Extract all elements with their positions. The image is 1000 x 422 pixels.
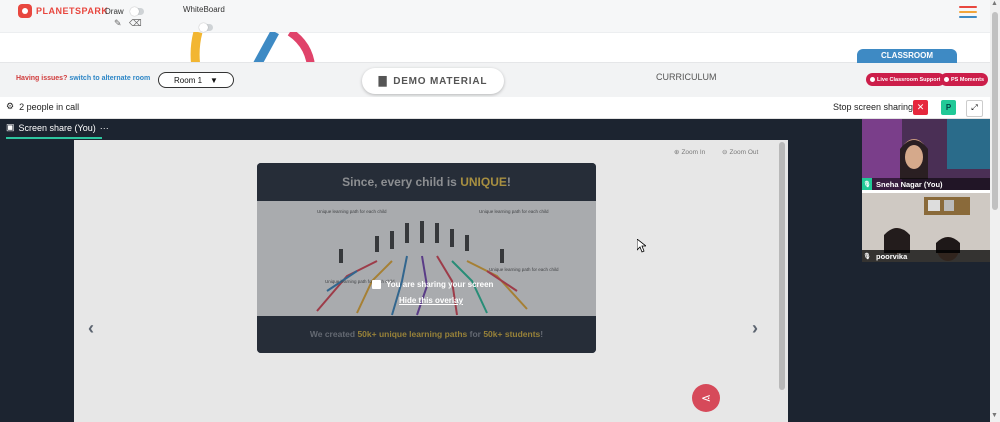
eraser-icon[interactable]: ⌫ (129, 18, 142, 29)
stop-sharing-label: Stop screen sharing (833, 102, 914, 112)
next-arrow-icon[interactable]: › (752, 318, 758, 339)
participant-video[interactable]: 🎙 poorvika (862, 193, 990, 262)
mouse-cursor-icon (637, 239, 646, 253)
zoom-in-label: Zoom In (681, 148, 706, 156)
zoom-out-button[interactable]: ⊖ Zoom Out (722, 148, 759, 157)
people-in-call[interactable]: ⚙ 2 people in call (6, 101, 79, 112)
mic-icon: 🎙 (863, 253, 871, 260)
issues-label: Having issues? (16, 75, 68, 82)
screen-icon: ▣ (6, 122, 15, 132)
share-button[interactable]: ⋖ (692, 384, 720, 412)
shared-screen-scrollbar[interactable] (779, 142, 785, 390)
zoom-in-icon: ⊕ (674, 149, 680, 156)
more-options-icon[interactable]: ··· (100, 123, 109, 133)
live-support-label: Live Classroom Support (877, 76, 941, 83)
sharing-message-text: You are sharing your screen (386, 280, 494, 289)
support-icon (870, 77, 875, 82)
camera-icon (944, 77, 949, 82)
participant-name-bar: 🎙 Sneha Nagar (You) (862, 178, 990, 190)
tab-underline (6, 137, 102, 139)
p-button[interactable]: P (941, 100, 956, 115)
brand-name: PLANETSPARK (36, 6, 109, 16)
sharing-message: You are sharing your screen (372, 280, 493, 289)
pencil-icon[interactable]: ✎ (114, 18, 122, 29)
room-select[interactable]: Room 1 ▼ (158, 72, 234, 88)
share-icon: ⋖ (700, 391, 712, 405)
participant-name: Sneha Nagar (You) (876, 179, 943, 189)
participant-video[interactable]: 🎙 Sneha Nagar (You) (862, 119, 990, 190)
scrollbar-thumb[interactable] (992, 12, 998, 210)
scroll-down-icon[interactable]: ▼ (991, 412, 998, 419)
scroll-up-icon[interactable]: ▲ (991, 0, 998, 7)
whiteboard-toggle[interactable] (199, 23, 213, 32)
top-bar (0, 0, 990, 33)
hide-overlay-link[interactable]: Hide this overlay (399, 296, 463, 305)
live-support-button[interactable]: Live Classroom Support (866, 73, 945, 86)
room-select-value: Room 1 (174, 75, 203, 85)
people-count: 2 people in call (19, 101, 80, 112)
brand-logo: PLANETSPARK (18, 4, 108, 18)
curriculum-tab[interactable]: CURRICULUM (656, 72, 717, 82)
issues-text: Having issues? switch to alternate room (16, 75, 150, 82)
planetspark-logo-icon (18, 4, 32, 18)
whiteboard-label: WhiteBoard (183, 5, 225, 14)
demo-material-button[interactable]: ▇ DEMO MATERIAL (362, 68, 504, 94)
draw-toggle[interactable] (130, 7, 144, 16)
menu-icon[interactable] (959, 6, 977, 21)
zoom-out-label: Zoom Out (729, 148, 759, 156)
participant-name: poorvika (876, 251, 908, 261)
triangle-down-icon: ▼ (210, 75, 218, 85)
participant-name-bar: 🎙 poorvika (862, 250, 990, 262)
expand-icon[interactable]: ⤢ (966, 100, 983, 117)
sharing-overlay (257, 163, 596, 353)
zoom-out-icon: ⊖ (722, 149, 728, 156)
draw-label: Draw (105, 7, 124, 16)
screen-share-tab[interactable]: ▣ Screen share (You) ··· (6, 122, 109, 133)
folder-icon: ▇ (378, 75, 388, 87)
page-scrollbar[interactable]: ▲ ▼ (990, 0, 1000, 422)
classroom-tab[interactable]: CLASSROOM (857, 49, 957, 63)
mic-icon: 🎙 (862, 178, 872, 190)
gear-icon[interactable]: ⚙ (6, 101, 14, 112)
zoom-in-button[interactable]: ⊕ Zoom In (674, 148, 706, 157)
screen-share-icon (372, 280, 381, 289)
ps-moments-button[interactable]: PS Moments (940, 73, 989, 86)
ps-moments-label: PS Moments (951, 76, 985, 83)
video-panel-empty (862, 262, 990, 422)
stop-sharing-button[interactable]: ✕ (913, 100, 928, 115)
previous-arrow-icon[interactable]: ‹ (88, 318, 94, 339)
demo-material-label: DEMO MATERIAL (393, 75, 488, 87)
screen-share-label: Screen share (You) (18, 122, 96, 133)
switch-room-link[interactable]: switch to alternate room (69, 75, 150, 82)
